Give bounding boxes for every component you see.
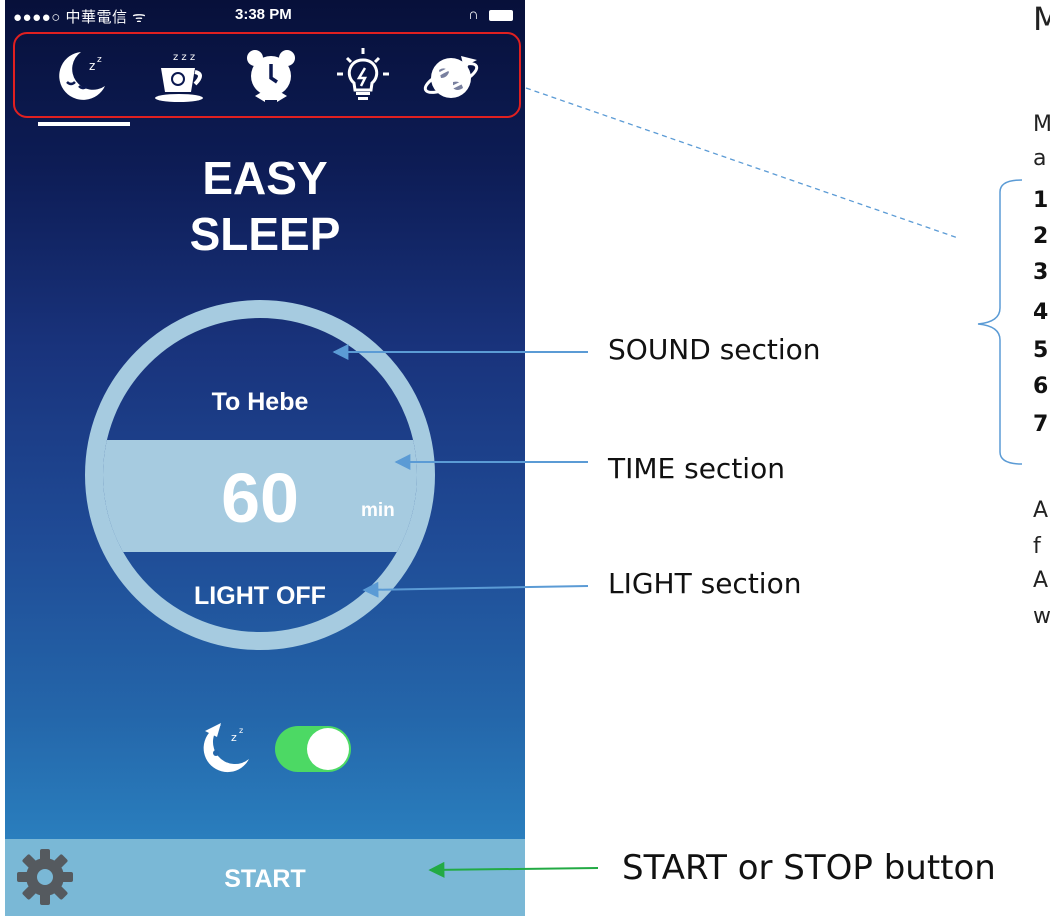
- list-number-2: 2: [1033, 224, 1049, 249]
- list-number-4: 4: [1033, 300, 1049, 325]
- cut-off-text-1: M: [1033, 112, 1050, 137]
- canvas: ●●●●○ 中華電信 ᯤ 3:38 PM ∩ z z z z z EASY SL…: [0, 0, 1050, 916]
- cut-off-text-2: a: [1033, 146, 1047, 171]
- list-number-5: 5: [1033, 338, 1049, 363]
- light-callout-arrow: [362, 581, 589, 598]
- sound-section-callout: SOUND section: [608, 333, 821, 366]
- start-stop-callout: START or STOP button: [622, 848, 996, 888]
- time-section-callout: TIME section: [608, 452, 785, 485]
- list-number-3: 3: [1033, 260, 1049, 285]
- cut-off-text-4: f: [1033, 534, 1041, 559]
- start-callout-arrow: [428, 861, 599, 878]
- cut-off-heading: M: [1033, 0, 1050, 38]
- cut-off-text-3: A: [1033, 498, 1049, 523]
- nav-callout-dashed-line: [525, 87, 959, 239]
- light-section-callout: LIGHT section: [608, 567, 802, 600]
- cut-off-text-6: w: [1033, 604, 1050, 629]
- list-brace: [977, 179, 1023, 465]
- list-number-6: 6: [1033, 374, 1049, 399]
- list-number-7: 7: [1033, 412, 1049, 437]
- list-number-1: 1: [1033, 188, 1049, 213]
- annotation-layer: [332, 87, 1023, 878]
- cut-off-text-5: A: [1033, 568, 1049, 593]
